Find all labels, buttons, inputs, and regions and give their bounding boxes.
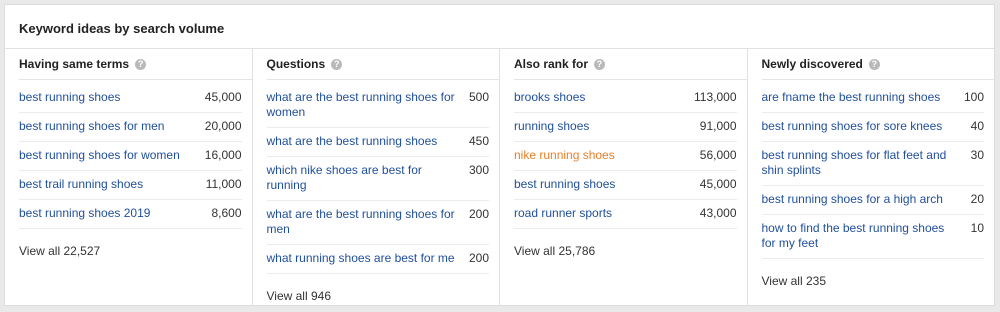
search-volume: 16,000 [204,148,242,162]
keyword-link[interactable]: are fname the best running shoes [762,90,941,105]
keyword-link[interactable]: best running shoes [514,177,615,192]
search-volume: 40 [970,119,984,133]
column-heading: Having same terms ? [19,49,252,80]
keyword-row: what are the best running shoes for men 2… [266,201,489,245]
search-volume: 300 [468,163,489,177]
column-heading-label: Having same terms [19,57,130,71]
column-also-rank-for: Also rank for ? brooks shoes 113,000 runn… [500,49,748,305]
keyword-row: best trail running shoes 11,000 [19,171,242,200]
keyword-row: best running shoes for a high arch 20 [761,186,984,215]
keyword-row: what running shoes are best for me 200 [266,245,489,274]
keyword-list: best running shoes 45,000 best running sh… [19,84,242,229]
column-heading: Also rank for ? [514,49,747,80]
view-all-link[interactable]: View all 946 [267,289,490,303]
column-heading-label: Also rank for [514,57,589,71]
keyword-row: what are the best running shoes for wome… [266,84,489,128]
keyword-row: which nike shoes are best for running 300 [266,157,489,201]
keyword-link[interactable]: running shoes [514,119,589,134]
keyword-row: best running shoes for flat feet and shi… [761,142,984,186]
search-volume: 45,000 [699,177,737,191]
keyword-row: best running shoes for men 20,000 [19,113,242,142]
column-heading: Questions ? [266,49,499,80]
keyword-link[interactable]: best running shoes for sore knees [762,119,943,134]
column-heading: Newly discovered ? [761,49,994,80]
keyword-link[interactable]: best running shoes 2019 [19,206,150,221]
keyword-link[interactable]: best running shoes for flat feet and shi… [762,148,952,178]
keyword-link[interactable]: brooks shoes [514,90,585,105]
keyword-row: best running shoes 45,000 [19,84,242,113]
keyword-link[interactable]: what are the best running shoes for men [267,207,457,237]
column-heading-label: Newly discovered [761,57,863,71]
search-volume: 113,000 [694,90,737,104]
search-volume: 20 [970,192,984,206]
keyword-link[interactable]: how to find the best running shoes for m… [762,221,952,251]
column-having-same-terms: Having same terms ? best running shoes 45… [5,49,253,305]
keyword-row: best running shoes 45,000 [514,171,737,200]
keyword-link[interactable]: best running shoes for women [19,148,180,163]
keyword-row: best running shoes for sore knees 40 [761,113,984,142]
keyword-row: best running shoes 2019 8,600 [19,200,242,229]
keyword-link[interactable]: best running shoes for men [19,119,164,134]
search-volume: 100 [963,90,984,104]
help-icon[interactable]: ? [868,58,880,70]
help-icon[interactable]: ? [331,58,343,70]
search-volume: 8,600 [211,206,242,220]
keyword-list: brooks shoes 113,000 running shoes 91,000 … [514,84,737,229]
keyword-link[interactable]: best trail running shoes [19,177,143,192]
keyword-link[interactable]: road runner sports [514,206,612,221]
keyword-list: what are the best running shoes for wome… [266,84,489,274]
keyword-link[interactable]: best running shoes [19,90,120,105]
keyword-row: are fname the best running shoes 100 [761,84,984,113]
card-title: Keyword ideas by search volume [19,21,225,36]
keyword-row: how to find the best running shoes for m… [761,215,984,259]
search-volume: 91,000 [699,119,737,133]
keyword-row: brooks shoes 113,000 [514,84,737,113]
search-volume: 200 [468,251,489,265]
search-volume: 56,000 [699,148,737,162]
keyword-row: road runner sports 43,000 [514,200,737,229]
search-volume: 30 [970,148,984,162]
search-volume: 45,000 [204,90,242,104]
keyword-list: are fname the best running shoes 100 best… [761,84,984,259]
column-newly-discovered: Newly discovered ? are fname the best ru… [747,49,994,305]
keyword-row: nike running shoes 56,000 [514,142,737,171]
view-all-link[interactable]: View all 22,527 [19,244,242,258]
keyword-link-highlighted[interactable]: nike running shoes [514,148,615,163]
keyword-link[interactable]: what are the best running shoes [267,134,438,149]
search-volume: 500 [468,90,489,104]
search-volume: 10 [970,221,984,235]
search-volume: 43,000 [699,206,737,220]
keyword-row: best running shoes for women 16,000 [19,142,242,171]
search-volume: 11,000 [205,177,242,191]
keyword-ideas-card: Keyword ideas by search volume Having sa… [4,4,995,306]
search-volume: 450 [468,134,489,148]
search-volume: 20,000 [204,119,242,133]
help-icon[interactable]: ? [135,58,147,70]
keyword-link[interactable]: what running shoes are best for me [267,251,455,266]
keyword-link[interactable]: what are the best running shoes for wome… [267,90,457,120]
keyword-link[interactable]: which nike shoes are best for running [267,163,457,193]
help-icon[interactable]: ? [594,58,606,70]
view-all-link[interactable]: View all 235 [762,274,985,288]
keyword-columns: Having same terms ? best running shoes 45… [5,48,994,305]
column-questions: Questions ? what are the best running sh… [252,49,500,305]
search-volume: 200 [468,207,489,221]
keyword-row: what are the best running shoes 450 [266,128,489,157]
column-heading-label: Questions [266,57,326,71]
keyword-row: running shoes 91,000 [514,113,737,142]
keyword-link[interactable]: best running shoes for a high arch [762,192,943,207]
view-all-link[interactable]: View all 25,786 [514,244,737,258]
